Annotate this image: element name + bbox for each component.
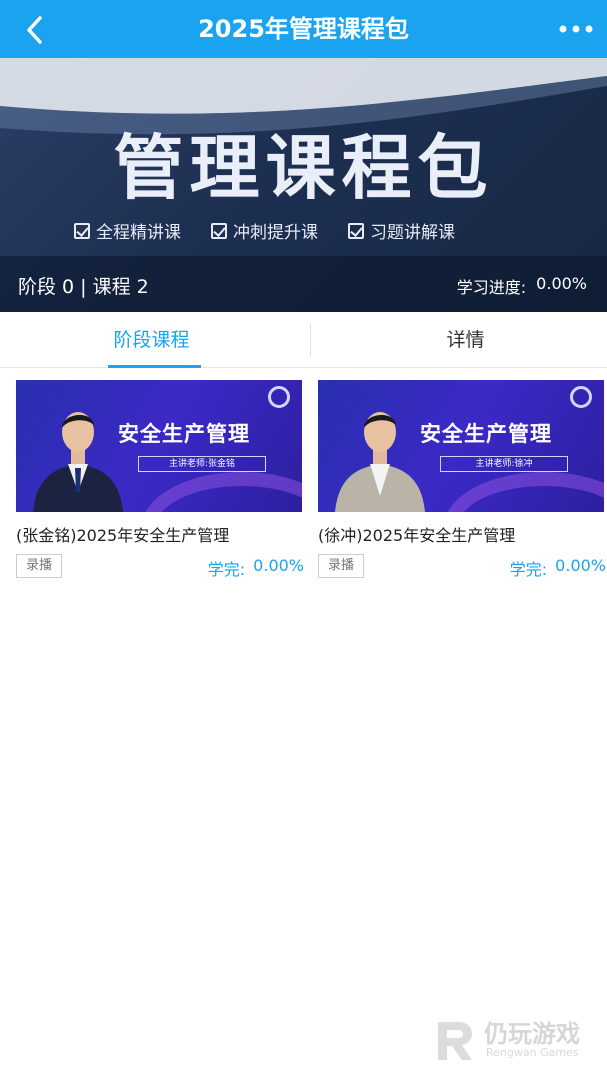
stage-info: 阶段 0 | 课程 2 bbox=[18, 276, 149, 298]
progress-label: 学习进度: bbox=[456, 278, 527, 297]
course-name: (张金铭)2025年安全生产管理 bbox=[16, 526, 230, 545]
recorded-tag: 录播 bbox=[16, 554, 63, 578]
thumbnail-title: 安全生产管理 bbox=[420, 422, 552, 446]
recorded-tag: 录播 bbox=[318, 554, 365, 578]
feature-label: 冲刺提升课 bbox=[233, 223, 318, 243]
feature-item: 冲刺提升课 bbox=[211, 218, 318, 243]
top-bar: 2025年管理课程包 bbox=[0, 0, 607, 58]
completion: 学完: 0.00% bbox=[208, 556, 304, 580]
tab-stage-courses[interactable]: 阶段课程 bbox=[0, 312, 303, 368]
decor-ring bbox=[268, 386, 290, 408]
completion-label: 学完: bbox=[207, 560, 246, 579]
feature-label: 习题讲解课 bbox=[370, 223, 455, 243]
tab-active-indicator bbox=[108, 365, 201, 368]
more-dots-icon bbox=[559, 25, 593, 33]
course-card[interactable]: 安全生产管理 主讲老师:徐冲 (徐冲)2025年安全生产管理 录播 学完: 0.… bbox=[318, 380, 606, 580]
watermark-logo-icon bbox=[438, 1022, 472, 1060]
course-thumbnail: 安全生产管理 主讲老师:徐冲 bbox=[318, 380, 604, 512]
banner-title: 管理课程包 bbox=[113, 127, 494, 209]
course-card[interactable]: 安全生产管理 主讲老师:张金铭 (张金铭)2025年安全生产管理 录播 学完: … bbox=[16, 380, 304, 580]
teacher-photo bbox=[335, 412, 425, 512]
checkbox-icon bbox=[348, 222, 364, 239]
course-name: (徐冲)2025年安全生产管理 bbox=[318, 526, 516, 545]
checkbox-icon bbox=[74, 222, 90, 239]
completion-value: 0.00% bbox=[555, 556, 606, 575]
tab-bar: 阶段课程 详情 bbox=[0, 312, 607, 368]
course-meta: 录播 学完: 0.00% bbox=[16, 554, 304, 580]
page-title: 2025年管理课程包 bbox=[198, 15, 409, 43]
watermark-text: 仍玩游戏 bbox=[484, 1020, 580, 1048]
thumbnail-teacher: 主讲老师:徐冲 bbox=[440, 456, 568, 472]
feature-label: 全程精讲课 bbox=[96, 223, 181, 243]
teacher-photo bbox=[33, 412, 123, 512]
tab-label: 详情 bbox=[446, 329, 485, 351]
tab-details[interactable]: 详情 bbox=[314, 312, 607, 368]
course-banner: 管理课程包 全程精讲课 冲刺提升课 习题讲解课 阶段 0 | 课程 2 学习进度… bbox=[0, 58, 607, 312]
feature-list: 全程精讲课 冲刺提升课 习题讲解课 bbox=[74, 218, 455, 243]
tab-label: 阶段课程 bbox=[113, 329, 190, 351]
checkbox-icon bbox=[211, 222, 227, 239]
completion-label: 学完: bbox=[509, 560, 548, 579]
decor-arc bbox=[444, 472, 604, 512]
course-meta: 录播 学完: 0.00% bbox=[318, 554, 606, 580]
tab-divider bbox=[310, 324, 311, 356]
thumbnail-title: 安全生产管理 bbox=[118, 422, 250, 446]
progress-value: 0.00% bbox=[536, 274, 587, 293]
watermark: 仍玩游戏 Rengwan Games bbox=[432, 1012, 602, 1072]
thumbnail-teacher: 主讲老师:张金铭 bbox=[138, 456, 266, 472]
completion-value: 0.00% bbox=[253, 556, 304, 575]
study-progress: 学习进度: 0.00% bbox=[457, 274, 587, 298]
feature-item: 习题讲解课 bbox=[348, 218, 455, 243]
decor-ring bbox=[570, 386, 592, 408]
course-thumbnail: 安全生产管理 主讲老师:张金铭 bbox=[16, 380, 302, 512]
feature-item: 全程精讲课 bbox=[74, 218, 181, 243]
decor-arc bbox=[142, 472, 302, 512]
completion: 学完: 0.00% bbox=[510, 556, 606, 580]
more-button[interactable] bbox=[555, 14, 597, 44]
watermark-subtext: Rengwan Games bbox=[486, 1046, 579, 1059]
